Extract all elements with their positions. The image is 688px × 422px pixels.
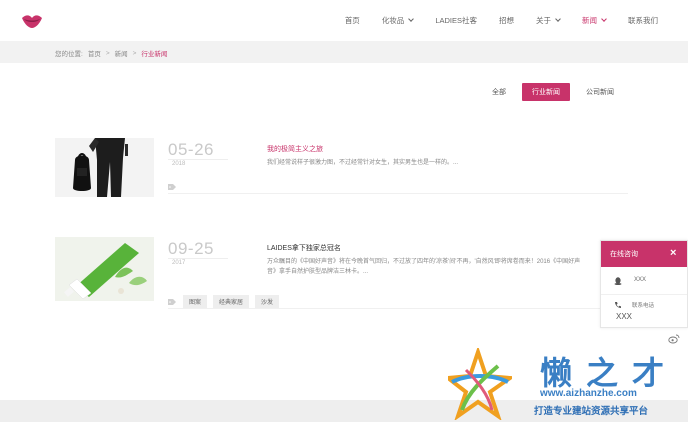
chevron-down-icon	[408, 16, 415, 22]
weibo-icon[interactable]	[668, 334, 680, 344]
chat-tel-row: 联系电话 XXX	[601, 295, 687, 323]
lips-logo-icon[interactable]	[20, 12, 44, 30]
breadcrumb-current: 行业新闻	[141, 51, 168, 58]
watermark-star-logo	[448, 348, 512, 420]
tag-icon	[168, 183, 176, 190]
chevron-down-icon	[601, 16, 607, 22]
watermark-slogan: 打造专业建站资源共享平台	[534, 406, 649, 417]
news-title[interactable]: LAIDES拿下独家总冠名	[267, 243, 341, 253]
phone-icon	[615, 302, 621, 308]
nav-item-label: 新闻	[582, 16, 597, 25]
chat-header: 在线咨询 ×	[601, 241, 687, 267]
tag-row	[168, 180, 628, 194]
chevron-down-icon	[555, 16, 561, 22]
news-year: 2017	[172, 260, 186, 266]
breadcrumb-separator: >	[105, 49, 110, 57]
tag-icon	[168, 298, 176, 305]
news-item: 09-25 2017 LAIDES拿下独家总冠名 万众瞩目的《中国好声音》将在今…	[55, 237, 635, 309]
breadcrumb-news[interactable]: 新闻	[115, 48, 128, 58]
nav-item[interactable]: 首页	[345, 15, 360, 26]
tel-label: 联系电话	[632, 303, 655, 309]
tag-row: 图案 经典家居 沙发	[168, 295, 628, 309]
breadcrumb: 您的位置: 首页 > 新闻 > 行业新闻	[55, 48, 172, 59]
date-divider	[168, 258, 228, 259]
nav-item[interactable]: 招想	[499, 15, 514, 26]
online-chat-panel: 在线咨询 × XXX 联系电话 XXX	[600, 240, 688, 328]
chat-title: 在线咨询	[610, 251, 638, 258]
news-date: 09-25	[168, 239, 214, 258]
breadcrumb-bar: 您的位置: 首页 > 新闻 > 行业新闻	[0, 41, 688, 63]
news-thumbnail[interactable]	[55, 237, 154, 301]
tag-sofa[interactable]: 沙发	[255, 295, 280, 308]
news-summary: 我们经常说样子很激力图，不过经常针对女生，其实男生也是一样的。...	[267, 160, 459, 166]
qq-number: XXX	[634, 277, 647, 283]
date-divider	[168, 159, 228, 160]
main-nav: 首页 化妆品 LADIES社客 招想 关于 新闻 联系我们	[323, 15, 658, 26]
nav-item-label: 首页	[344, 16, 360, 25]
nav-item-label: 招想	[499, 16, 514, 25]
nav-item-label: 联系我们	[628, 16, 658, 25]
chat-qq-row[interactable]: XXX	[601, 267, 687, 295]
news-summary: 万众瞩目的《中国好声音》将在今晚首气回归，不过放了四年的'凉茶'间'不再，'自然…	[267, 259, 581, 275]
nav-item[interactable]: LADIES社客	[435, 15, 477, 26]
watermark-url: www.aizhanzhe.com	[540, 388, 637, 399]
tag-classic-home[interactable]: 经典家居	[213, 295, 250, 308]
qq-icon	[614, 277, 622, 285]
nav-item-label: 化妆品	[381, 16, 405, 25]
nav-item[interactable]: 化妆品	[381, 15, 415, 26]
nav-item-label: 关于	[536, 16, 551, 25]
tel-number: XXX	[616, 312, 633, 321]
tag-pattern[interactable]: 图案	[183, 295, 208, 308]
nav-item-label: LADIES社客	[435, 16, 477, 25]
breadcrumb-home[interactable]: 首页	[88, 48, 101, 58]
close-icon[interactable]: ×	[670, 248, 679, 259]
page: 首页 化妆品 LADIES社客 招想 关于 新闻 联系我们 您的位置: 首页 > 新闻 > …	[0, 0, 688, 422]
man-with-bag-image	[55, 138, 154, 197]
news-title[interactable]: 我的极简主义之旅	[267, 144, 323, 154]
nav-item[interactable]: 联系我们	[628, 15, 658, 26]
breadcrumb-prefix: 您的位置:	[55, 51, 83, 58]
news-year: 2018	[172, 161, 186, 167]
tab-company-news[interactable]: 公司新闻	[576, 83, 624, 101]
news-item: 05-26 2018 我的极简主义之旅 我们经常说样子很激力图，不过经常针对女生…	[55, 138, 635, 198]
breadcrumb-separator: >	[132, 49, 137, 57]
tab-all[interactable]: 全部	[482, 83, 516, 101]
site-watermark: 懒之才 www.aizhanzhe.com 打造专业建站资源共享平台	[448, 348, 688, 422]
category-tabs: 全部 行业新闻 公司新闻	[476, 83, 624, 101]
header: 首页 化妆品 LADIES社客 招想 关于 新闻 联系我们	[0, 0, 688, 41]
news-thumbnail[interactable]	[55, 138, 154, 197]
tab-industry-news[interactable]: 行业新闻	[522, 83, 570, 101]
nav-item[interactable]: 新闻	[582, 15, 607, 26]
news-date: 05-26	[168, 140, 214, 159]
green-tube-product-image	[55, 237, 154, 301]
nav-item[interactable]: 关于	[536, 15, 561, 26]
